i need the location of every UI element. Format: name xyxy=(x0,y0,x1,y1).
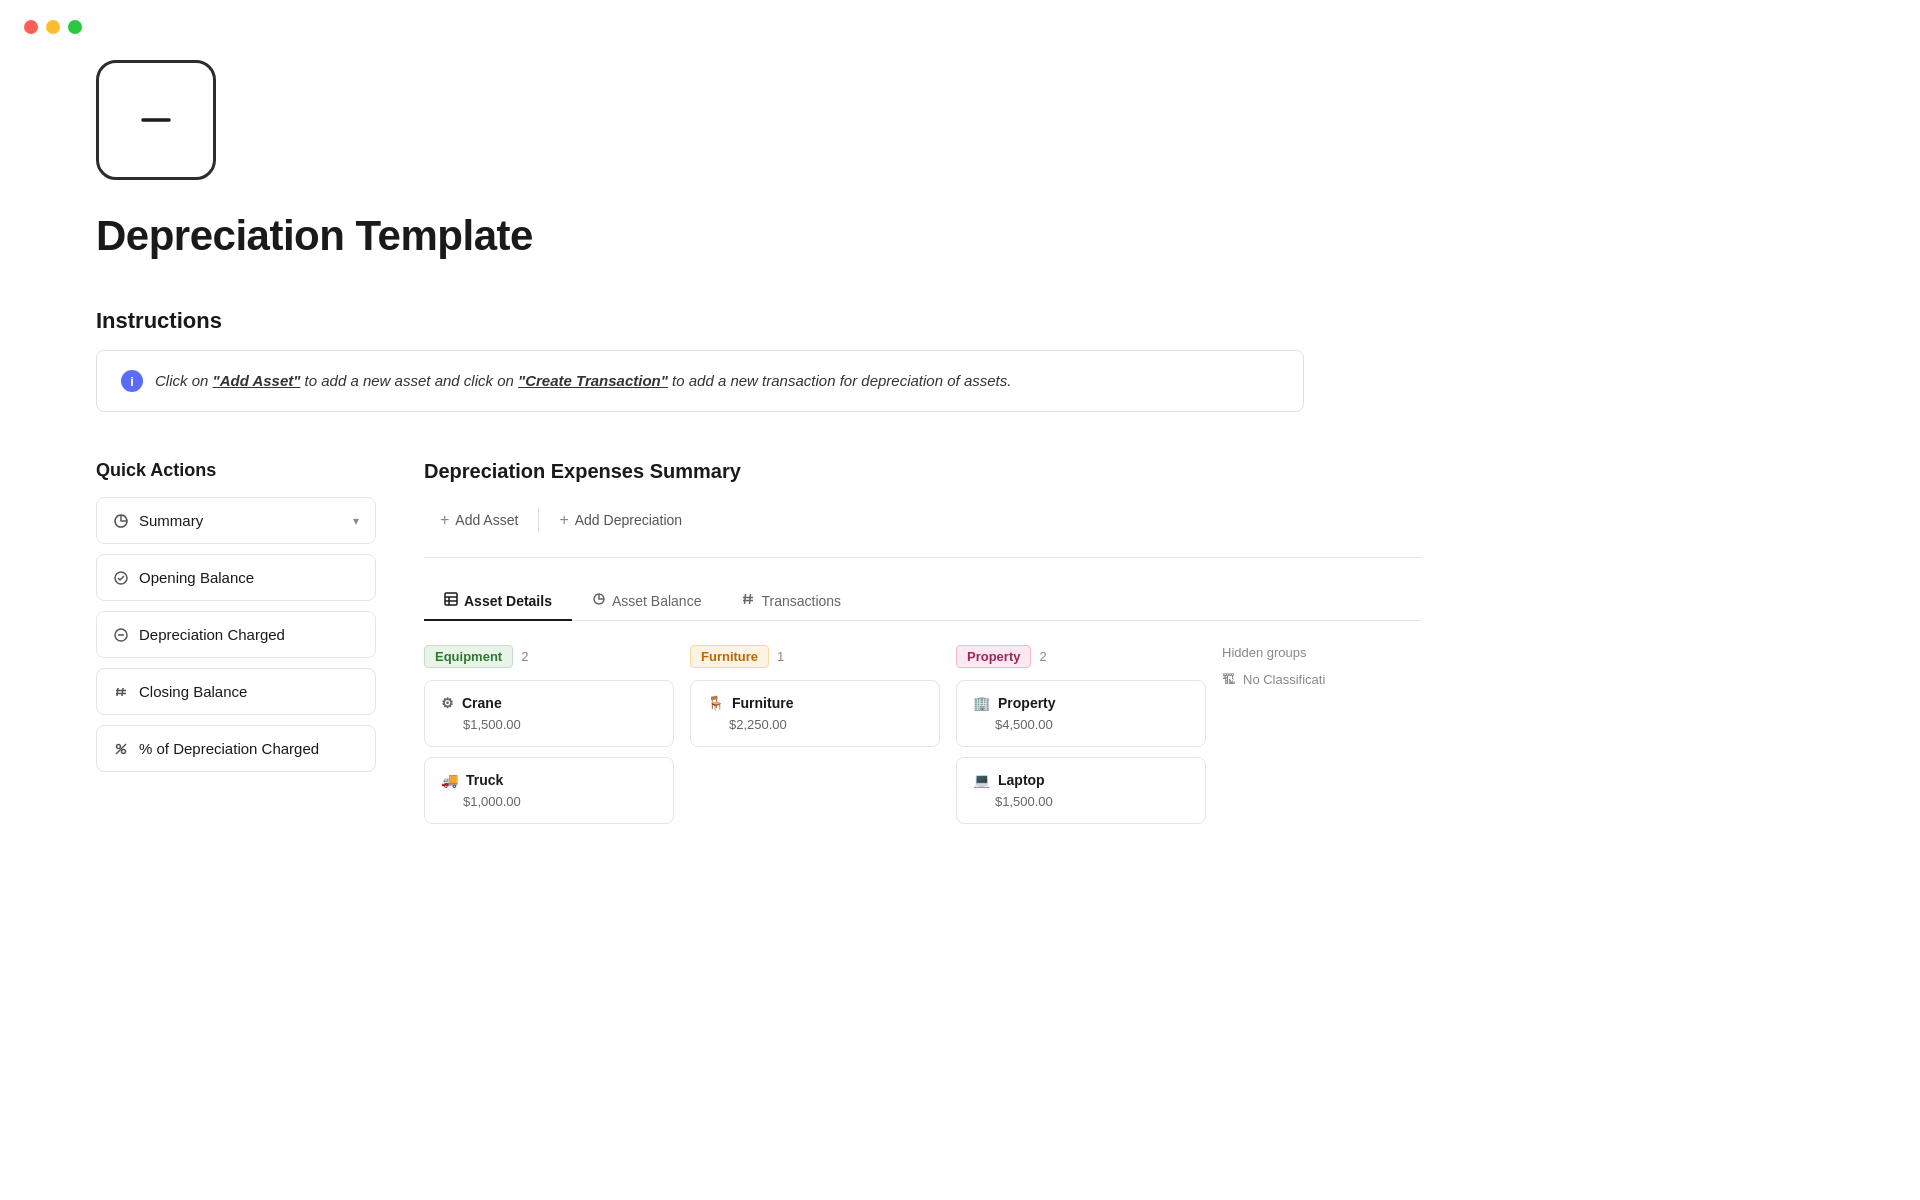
sidebar-item-depreciation-charged[interactable]: Depreciation Charged xyxy=(96,611,376,658)
hidden-group-label: No Classificati xyxy=(1243,672,1325,687)
asset-card-furniture[interactable]: 🪑 Furniture $2,250.00 xyxy=(690,680,940,747)
asset-name-laptop: 💻 Laptop xyxy=(973,772,1189,788)
main-panel: Depreciation Expenses Summary + Add Asse… xyxy=(424,460,1422,850)
chevron-down-icon: ▾ xyxy=(353,514,359,528)
laptop-icon: 💻 xyxy=(973,772,990,788)
instructions-box: i Click on "Add Asset" to add a new asse… xyxy=(96,350,1304,412)
hidden-group-item-no-classification: 🏗 No Classificati xyxy=(1222,672,1422,687)
percent-icon xyxy=(113,741,129,757)
asset-card-crane[interactable]: ⚙ Crane $1,500.00 xyxy=(424,680,674,747)
traffic-light-minimize[interactable] xyxy=(46,20,60,34)
pie-icon xyxy=(113,513,129,529)
asset-group-property: Property 2 🏢 Property $4,500.00 💻 L xyxy=(956,645,1206,834)
hash-icon xyxy=(113,684,129,700)
hidden-groups: Hidden groups 🏗 No Classificati xyxy=(1222,645,1422,834)
asset-name-crane: ⚙ Crane xyxy=(441,695,657,711)
panel-heading: Depreciation Expenses Summary xyxy=(424,460,1422,483)
sidebar-item-closing-balance[interactable]: Closing Balance xyxy=(96,668,376,715)
svg-point-9 xyxy=(122,749,126,753)
badge-furniture: Furniture xyxy=(690,645,769,668)
instructions-heading: Instructions xyxy=(96,308,1304,334)
instructions-text: Click on "Add Asset" to add a new asset … xyxy=(155,369,1011,393)
building-icon: 🏢 xyxy=(973,695,990,711)
check-circle-icon xyxy=(113,570,129,586)
asset-name-furniture: 🪑 Furniture xyxy=(707,695,923,711)
groups-row: Equipment 2 ⚙ Crane $1,500.00 🚚 Truc xyxy=(424,645,1422,834)
add-depreciation-button[interactable]: + Add Depreciation xyxy=(543,503,698,537)
sidebar-item-opening-balance[interactable]: Opening Balance xyxy=(96,554,376,601)
asset-value-crane: $1,500.00 xyxy=(463,717,657,732)
asset-value-furniture: $2,250.00 xyxy=(729,717,923,732)
action-row: + Add Asset + Add Depreciation xyxy=(424,503,1422,558)
sidebar-heading: Quick Actions xyxy=(96,460,376,481)
asset-value-truck: $1,000.00 xyxy=(463,794,657,809)
traffic-light-maximize[interactable] xyxy=(68,20,82,34)
svg-line-16 xyxy=(750,594,751,604)
action-separator xyxy=(538,508,539,532)
group-header-property: Property 2 xyxy=(956,645,1206,668)
tab-asset-details-label: Asset Details xyxy=(464,593,552,609)
sidebar-label-depreciation: Depreciation Charged xyxy=(139,626,285,643)
add-depreciation-label: Add Depreciation xyxy=(575,512,682,528)
table-icon xyxy=(444,592,458,609)
tab-asset-balance-label: Asset Balance xyxy=(612,593,702,609)
group-count-furniture: 1 xyxy=(777,649,784,664)
asset-card-property[interactable]: 🏢 Property $4,500.00 xyxy=(956,680,1206,747)
page-title: Depreciation Template xyxy=(96,212,1304,260)
hidden-group-icon: 🏗 xyxy=(1222,672,1235,687)
tabs-row: Asset Details Asset Balance xyxy=(424,582,1422,621)
truck-icon: 🚚 xyxy=(441,772,458,788)
app-icon xyxy=(96,60,216,180)
pie-small-icon xyxy=(592,592,606,609)
asset-group-furniture: Furniture 1 🪑 Furniture $2,250.00 xyxy=(690,645,940,834)
svg-point-8 xyxy=(117,744,121,748)
group-count-equipment: 2 xyxy=(521,649,528,664)
sidebar: Quick Actions Summary ▾ xyxy=(96,460,376,782)
tab-asset-details[interactable]: Asset Details xyxy=(424,582,572,621)
hidden-groups-title: Hidden groups xyxy=(1222,645,1422,660)
sidebar-label-closing: Closing Balance xyxy=(139,683,247,700)
info-icon: i xyxy=(121,370,143,392)
asset-value-laptop: $1,500.00 xyxy=(995,794,1189,809)
sidebar-item-summary[interactable]: Summary ▾ xyxy=(96,497,376,544)
crane-icon: ⚙ xyxy=(441,695,454,711)
tab-asset-balance[interactable]: Asset Balance xyxy=(572,582,722,621)
group-header-furniture: Furniture 1 xyxy=(690,645,940,668)
asset-group-equipment: Equipment 2 ⚙ Crane $1,500.00 🚚 Truc xyxy=(424,645,674,834)
asset-value-property: $4,500.00 xyxy=(995,717,1189,732)
traffic-lights xyxy=(0,0,106,54)
group-count-property: 2 xyxy=(1039,649,1046,664)
svg-line-5 xyxy=(122,688,123,696)
group-header-equipment: Equipment 2 xyxy=(424,645,674,668)
furniture-icon: 🪑 xyxy=(707,695,724,711)
badge-equipment: Equipment xyxy=(424,645,513,668)
hash-small-icon xyxy=(741,592,755,609)
asset-name-truck: 🚚 Truck xyxy=(441,772,657,788)
sidebar-item-percent-depreciation[interactable]: % of Depreciation Charged xyxy=(96,725,376,772)
minus-circle-icon xyxy=(113,627,129,643)
asset-card-truck[interactable]: 🚚 Truck $1,000.00 xyxy=(424,757,674,824)
traffic-light-close[interactable] xyxy=(24,20,38,34)
svg-line-15 xyxy=(745,594,746,604)
sidebar-label-opening: Opening Balance xyxy=(139,569,254,586)
tab-transactions[interactable]: Transactions xyxy=(721,582,861,621)
sidebar-label-summary: Summary xyxy=(139,512,203,529)
plus-icon: + xyxy=(440,511,449,529)
tab-transactions-label: Transactions xyxy=(761,593,841,609)
svg-rect-11 xyxy=(445,593,457,605)
asset-name-property: 🏢 Property xyxy=(973,695,1189,711)
svg-line-4 xyxy=(117,688,118,696)
badge-property: Property xyxy=(956,645,1031,668)
add-asset-label: Add Asset xyxy=(455,512,518,528)
asset-card-laptop[interactable]: 💻 Laptop $1,500.00 xyxy=(956,757,1206,824)
plus-icon-2: + xyxy=(559,511,568,529)
add-asset-button[interactable]: + Add Asset xyxy=(424,503,534,537)
sidebar-label-percent: % of Depreciation Charged xyxy=(139,740,319,757)
